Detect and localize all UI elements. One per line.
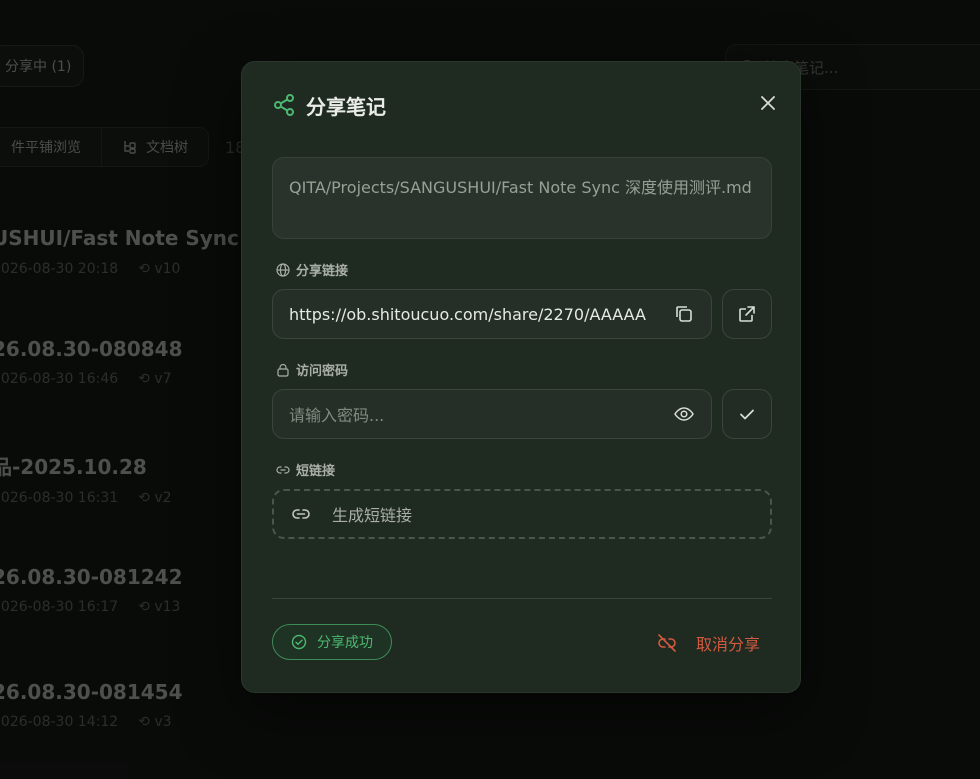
- share-link-field[interactable]: https://ob.shitoucuo.com/share/2270/AAAA…: [272, 289, 712, 339]
- link-icon: [276, 465, 290, 474]
- cancel-share-label: 取消分享: [695, 635, 760, 654]
- external-link-icon: [739, 306, 755, 322]
- share-dialog: 分享笔记 QITA/Projects/SANGUSHUI/Fast Note S…: [241, 61, 801, 693]
- share-link-label: 分享链接: [276, 260, 348, 279]
- share-link-value: https://ob.shitoucuo.com/share/2270/AAAA…: [289, 304, 646, 324]
- link-icon: [292, 509, 310, 519]
- note-path: QITA/Projects/SANGUSHUI/Fast Note Sync 深…: [272, 157, 772, 239]
- close-icon[interactable]: [758, 93, 778, 113]
- password-label: 访问密码: [276, 360, 348, 379]
- copy-icon[interactable]: [673, 303, 695, 325]
- lock-icon: [277, 363, 289, 377]
- confirm-password-button[interactable]: [722, 389, 772, 439]
- eye-icon[interactable]: [673, 403, 695, 425]
- dialog-header: 分享笔记: [272, 90, 778, 120]
- check-icon: [740, 409, 754, 420]
- password-input[interactable]: 请输入密码...: [272, 389, 712, 439]
- dialog-title: 分享笔记: [306, 94, 386, 119]
- cancel-share-button[interactable]: 取消分享: [656, 628, 760, 658]
- generate-short-link-label: 生成短链接: [332, 506, 413, 525]
- password-placeholder: 请输入密码...: [289, 406, 385, 425]
- short-link-label: 短链接: [276, 460, 335, 479]
- open-link-button[interactable]: [722, 289, 772, 339]
- status-badge: 分享成功: [272, 624, 392, 660]
- globe-icon: [276, 262, 290, 277]
- generate-short-link-button[interactable]: 生成短链接: [272, 489, 772, 539]
- share-icon: [274, 94, 294, 116]
- unlink-icon: [658, 634, 676, 652]
- divider: [272, 598, 772, 599]
- status-text: 分享成功: [317, 635, 373, 651]
- check-circle-icon: [291, 634, 307, 650]
